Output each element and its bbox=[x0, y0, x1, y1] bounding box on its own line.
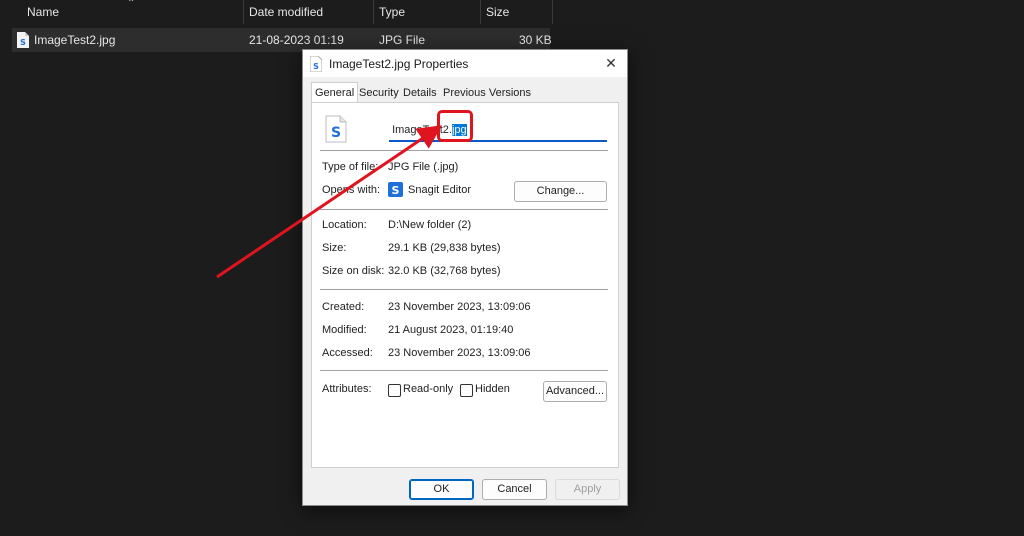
apply-button[interactable]: Apply bbox=[555, 479, 620, 500]
tab-details[interactable]: Details bbox=[400, 85, 440, 101]
attributes-label: Attributes: bbox=[322, 383, 372, 395]
divider bbox=[320, 370, 608, 371]
created-value: 23 November 2023, 13:09:06 bbox=[388, 301, 531, 313]
size-on-disk-value: 32.0 KB (32,768 bytes) bbox=[388, 265, 501, 277]
column-divider[interactable] bbox=[373, 0, 374, 24]
column-divider[interactable] bbox=[243, 0, 244, 24]
size-label: Size: bbox=[322, 242, 347, 254]
location-label: Location: bbox=[322, 219, 367, 231]
ok-button[interactable]: OK bbox=[409, 479, 474, 500]
tab-security[interactable]: Security bbox=[356, 85, 402, 101]
type-of-file-label: Type of file: bbox=[322, 161, 379, 173]
snagit-file-icon: S bbox=[310, 56, 322, 72]
modified-label: Modified: bbox=[322, 324, 367, 336]
change-button[interactable]: Change... bbox=[514, 181, 607, 202]
file-name-input[interactable]: ImageTest2.jpg bbox=[389, 120, 607, 142]
file-name-cell: ImageTest2.jpg bbox=[34, 33, 116, 47]
svg-text:S: S bbox=[392, 184, 400, 197]
opens-with-label: Opens with: bbox=[322, 184, 381, 196]
svg-text:S: S bbox=[20, 38, 26, 47]
dialog-title: ImageTest2.jpg Properties bbox=[329, 57, 469, 71]
opens-with-app: Snagit Editor bbox=[408, 184, 471, 196]
accessed-label: Accessed: bbox=[322, 347, 373, 359]
size-value: 29.1 KB (29,838 bytes) bbox=[388, 242, 501, 254]
hidden-label[interactable]: Hidden bbox=[475, 383, 510, 395]
snagit-file-icon: S bbox=[325, 115, 347, 143]
advanced-button[interactable]: Advanced... bbox=[543, 381, 607, 402]
annotation-highlight-box bbox=[437, 110, 473, 142]
hidden-checkbox[interactable] bbox=[460, 384, 473, 397]
tab-general[interactable]: General bbox=[311, 82, 359, 103]
snagit-file-icon: S bbox=[17, 32, 29, 48]
modified-value: 21 August 2023, 01:19:40 bbox=[388, 324, 514, 336]
close-icon[interactable]: ✕ bbox=[601, 53, 621, 73]
divider bbox=[320, 289, 608, 290]
size-on-disk-label: Size on disk: bbox=[322, 265, 385, 277]
column-header-date-modified[interactable]: Date modified bbox=[249, 0, 323, 24]
column-header-size[interactable]: Size bbox=[486, 0, 509, 24]
column-divider[interactable] bbox=[480, 0, 481, 24]
divider bbox=[320, 150, 608, 151]
column-header-name[interactable]: Name bbox=[27, 0, 59, 24]
cancel-button[interactable]: Cancel bbox=[482, 479, 547, 500]
column-divider[interactable] bbox=[552, 0, 553, 24]
type-of-file-value: JPG File (.jpg) bbox=[388, 161, 459, 173]
accessed-value: 23 November 2023, 13:09:06 bbox=[388, 347, 531, 359]
general-panel: S ImageTest2.jpg Type of file: JPG File … bbox=[311, 102, 619, 468]
svg-text:S: S bbox=[331, 125, 341, 141]
created-label: Created: bbox=[322, 301, 365, 313]
tab-previous-versions[interactable]: Previous Versions bbox=[440, 85, 534, 101]
divider bbox=[320, 209, 608, 210]
location-value: D:\New folder (2) bbox=[388, 219, 472, 231]
sort-caret-icon: ⌃ bbox=[127, 0, 136, 9]
column-header-type[interactable]: Type bbox=[379, 0, 405, 24]
read-only-label[interactable]: Read-only bbox=[403, 383, 453, 395]
read-only-checkbox[interactable] bbox=[388, 384, 401, 397]
snagit-app-icon: S bbox=[388, 182, 403, 197]
dialog-titlebar[interactable]: S ImageTest2.jpg Properties ✕ bbox=[303, 50, 627, 77]
svg-text:S: S bbox=[313, 62, 319, 71]
